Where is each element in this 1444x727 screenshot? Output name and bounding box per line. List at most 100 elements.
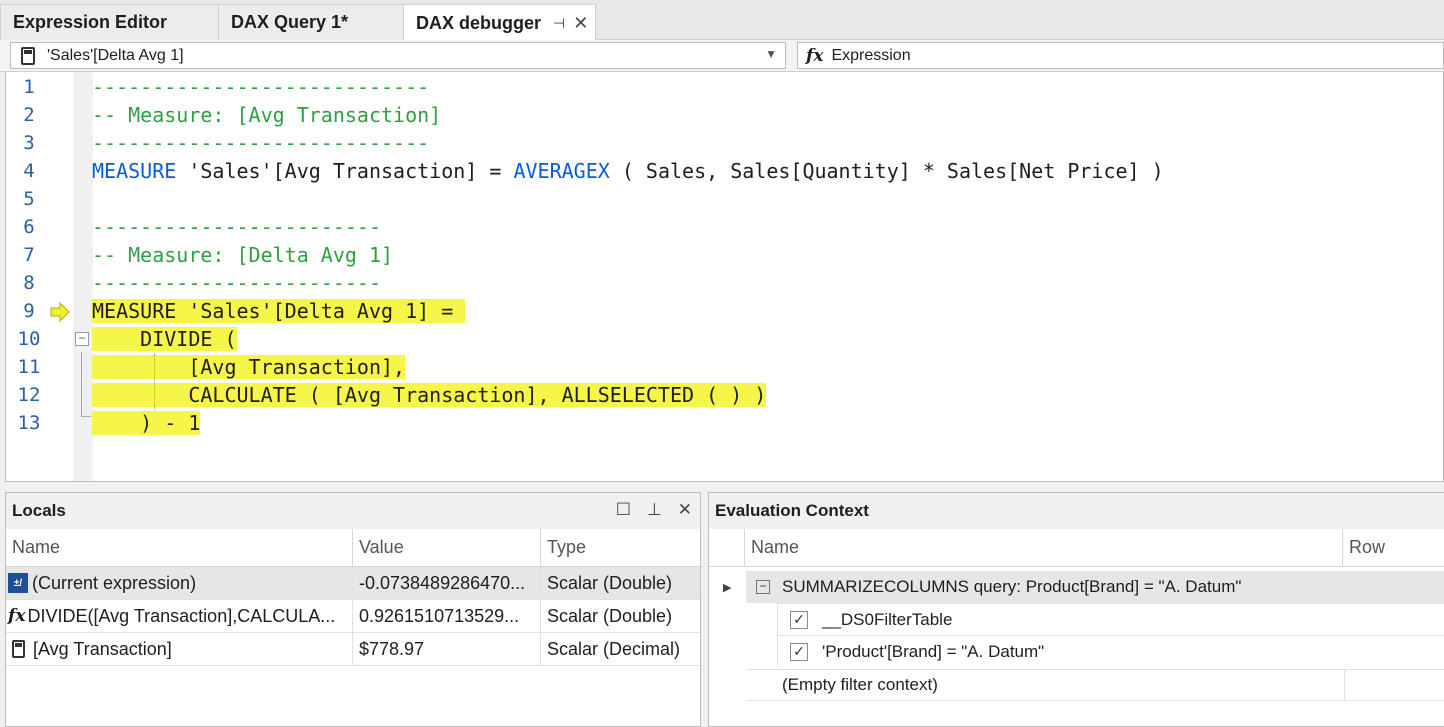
keyword: MEASURE xyxy=(92,159,177,183)
line-number: 13 xyxy=(17,412,41,434)
code-line: 4 MEASURE 'Sales'[Avg Transaction] = AVE… xyxy=(6,158,1443,186)
tree-item-label: __DS0FilterTable xyxy=(822,609,953,629)
code-line: 8 ------------------------ xyxy=(6,270,1443,298)
code-line-current: 9 MEASURE 'Sales'[Delta Avg 1] = xyxy=(6,298,1443,326)
table-row[interactable]: fx DIVIDE([Avg Transaction],CALCULA... 0.… xyxy=(6,600,700,633)
local-value: $778.97 xyxy=(353,633,541,665)
code-text: ---------------------------- xyxy=(92,131,430,155)
fold-guide-line xyxy=(81,352,82,416)
code-text: DIVIDE ( xyxy=(92,327,237,351)
tab-dax-query-1[interactable]: DAX Query 1* xyxy=(218,4,404,40)
measure-dropdown-value: 'Sales'[Delta Avg 1] xyxy=(47,46,184,64)
expression-field[interactable]: fx Expression xyxy=(797,42,1444,69)
panel-title: Evaluation Context xyxy=(715,501,869,520)
column-header-value[interactable]: Value xyxy=(353,529,541,566)
debugger-toolbar: 'Sales'[Delta Avg 1] ▼ fx Expression xyxy=(0,40,1444,72)
tab-label: DAX debugger xyxy=(416,12,542,33)
code-line: 12 CALCULATE ( [Avg Transaction], ALLSEL… xyxy=(6,382,1443,410)
local-name: [Avg Transaction] xyxy=(33,638,172,659)
column-header-type[interactable]: Type xyxy=(541,529,700,566)
line-number: 2 xyxy=(23,104,35,126)
locals-header: Name Value Type xyxy=(6,529,700,567)
line-number: 12 xyxy=(17,384,41,406)
chevron-down-icon[interactable]: ▼ xyxy=(765,47,777,61)
code-fragment: 'Sales'[Avg Transaction] = xyxy=(176,159,514,183)
local-value: 0.9261510713529... xyxy=(353,600,541,632)
evaluation-context-title-bar: Evaluation Context xyxy=(709,493,1444,529)
evaluation-context-header: Name Row xyxy=(709,529,1444,567)
code-line: 10 − DIVIDE ( xyxy=(6,326,1443,354)
indent-guide xyxy=(154,354,155,410)
chevron-right-icon[interactable]: ▶ xyxy=(723,581,731,594)
local-name: DIVIDE([Avg Transaction],CALCULA... xyxy=(27,605,336,626)
local-type: Scalar (Double) xyxy=(547,605,673,626)
column-header-row[interactable]: Row xyxy=(1343,529,1385,566)
locals-title-bar: Locals ☐ ⊥ ✕ xyxy=(6,493,700,529)
pin-icon[interactable]: ⊣ xyxy=(553,15,565,32)
column-header-name[interactable]: Name xyxy=(745,529,1343,566)
collapse-icon[interactable]: − xyxy=(756,580,770,594)
code-text: [Avg Transaction], xyxy=(92,355,406,379)
code-text: MEASURE 'Sales'[Delta Avg 1] = xyxy=(92,299,466,323)
code-text: CALCULATE ( [Avg Transaction], ALLSELECT… xyxy=(92,383,767,407)
code-text: ------------------------ xyxy=(92,271,381,295)
tree-item-empty[interactable]: (Empty filter context) xyxy=(746,669,1444,701)
checkbox-checked[interactable]: ✓ xyxy=(790,642,808,661)
line-number: 8 xyxy=(23,272,35,294)
code-line: 6 ------------------------ xyxy=(6,214,1443,242)
line-number: 4 xyxy=(23,160,35,182)
collapse-icon[interactable]: − xyxy=(75,332,89,346)
code-fragment: ( Sales, Sales[Quantity] * Sales[Net Pri… xyxy=(609,159,1164,183)
keyword: AVERAGEX xyxy=(513,159,610,183)
evaluation-context-panel: Evaluation Context Name Row ▶ − SUMMARIZ… xyxy=(708,492,1444,727)
table-row[interactable]: ±/(Current expression) -0.0738489286470.… xyxy=(6,567,700,600)
fold-guide-end xyxy=(81,416,91,417)
calculator-icon xyxy=(21,46,35,65)
checkbox-checked[interactable]: ✓ xyxy=(790,610,808,629)
tree-item-root[interactable]: − SUMMARIZECOLUMNS query: Product[Brand]… xyxy=(746,571,1344,603)
tree-item-child[interactable]: ✓ 'Product'[Brand] = "A. Datum" xyxy=(777,635,1444,667)
local-type: Scalar (Decimal) xyxy=(547,638,681,659)
document-tab-bar: Expression Editor DAX Query 1* DAX debug… xyxy=(0,0,1444,41)
table-row[interactable]: [Avg Transaction] $778.97 Scalar (Decima… xyxy=(6,633,700,666)
line-number: 7 xyxy=(23,244,35,266)
tab-expression-editor[interactable]: Expression Editor xyxy=(0,4,219,40)
code-text: ---------------------------- xyxy=(92,75,430,99)
code-text: MEASURE 'Sales'[Avg Transaction] = AVERA… xyxy=(92,159,1164,183)
close-icon[interactable]: ✕ xyxy=(573,13,588,34)
row-cell xyxy=(1344,571,1444,603)
code-line: 5 xyxy=(6,186,1443,214)
code-text: -- Measure: [Delta Avg 1] xyxy=(92,243,394,267)
code-line: 11 [Avg Transaction], xyxy=(6,354,1443,382)
fx-icon: fx xyxy=(806,45,824,66)
line-number: 6 xyxy=(23,216,35,238)
measure-dropdown[interactable]: 'Sales'[Delta Avg 1] ▼ xyxy=(10,42,786,69)
code-line: 3 ---------------------------- xyxy=(6,130,1443,158)
tab-label: DAX Query 1* xyxy=(231,12,349,32)
tab-label: Expression Editor xyxy=(13,12,168,32)
line-number: 3 xyxy=(23,132,35,154)
locals-panel: Locals ☐ ⊥ ✕ Name Value Type ±/(Current … xyxy=(5,492,701,727)
tree-item-label: (Empty filter context) xyxy=(782,675,938,694)
code-editor[interactable]: 1 ---------------------------- 2 -- Meas… xyxy=(5,72,1444,482)
tree-item-label: SUMMARIZECOLUMNS query: Product[Brand] =… xyxy=(782,577,1242,596)
current-statement-arrow-icon xyxy=(50,302,70,322)
local-value: -0.0738489286470... xyxy=(353,567,541,599)
tree-item-child[interactable]: ✓ __DS0FilterTable xyxy=(777,603,1444,635)
line-number: 5 xyxy=(23,188,35,210)
line-number: 11 xyxy=(17,356,41,378)
expand-row-icon[interactable]: ▶ xyxy=(709,571,745,603)
calculator-icon xyxy=(12,640,25,658)
close-icon[interactable]: ✕ xyxy=(678,500,692,520)
expression-label: Expression xyxy=(831,46,911,64)
fx-icon: fx xyxy=(8,606,26,626)
panel-title: Locals xyxy=(12,501,66,520)
local-type: Scalar (Double) xyxy=(547,572,673,593)
column-header-name[interactable]: Name xyxy=(6,529,353,566)
line-number: 9 xyxy=(23,300,35,322)
maximize-icon[interactable]: ☐ xyxy=(616,500,631,520)
line-number: 10 xyxy=(17,328,41,350)
tab-dax-debugger[interactable]: DAX debugger ⊣ ✕ xyxy=(403,4,596,41)
code-line: 13 ) - 1 xyxy=(6,410,1443,438)
pin-icon[interactable]: ⊥ xyxy=(647,500,662,520)
